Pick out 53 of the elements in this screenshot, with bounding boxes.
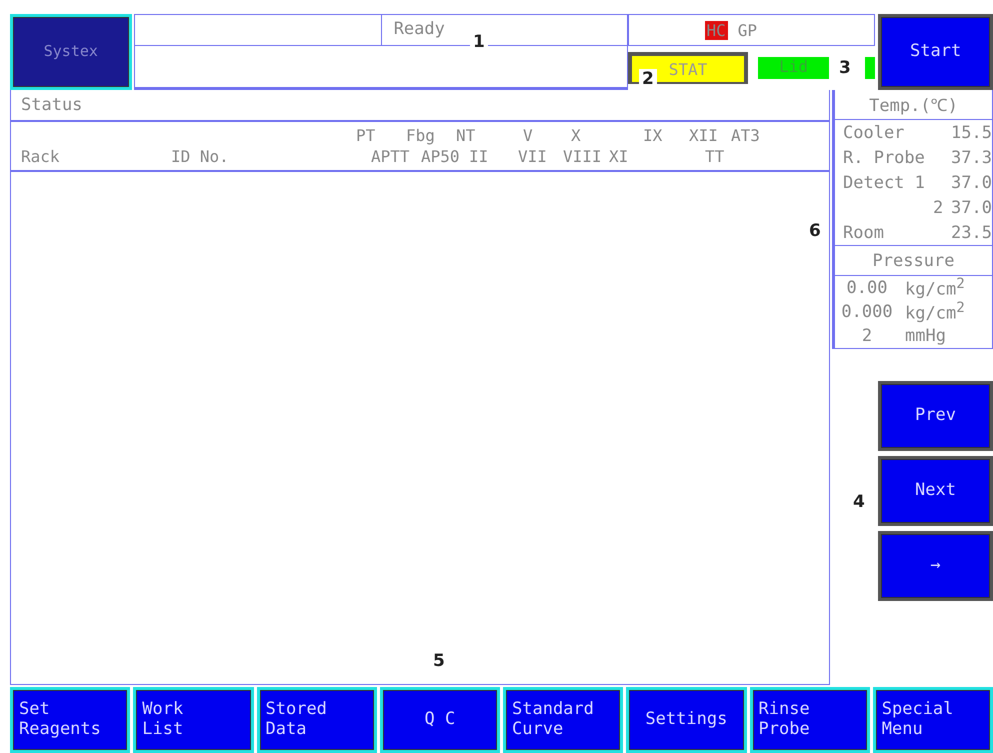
temperature-value: 37.0 [951, 198, 992, 218]
temperature-label: Room [843, 222, 884, 242]
pressure-value: 0.00 [846, 278, 888, 298]
indicator-lamp [865, 57, 876, 79]
start-button[interactable]: Start [878, 14, 993, 90]
pressure-value: 0.000 [840, 302, 894, 322]
nav-button[interactable]: Next [878, 456, 993, 526]
panel-title: Temp.(℃) [869, 95, 958, 116]
column-header: X [571, 125, 581, 146]
status-text: Ready [394, 19, 445, 41]
menu-button[interactable]: Settings [626, 687, 746, 753]
column-header: ID No. [171, 146, 229, 167]
column-header: XI [609, 146, 628, 167]
panel-title: Status [21, 95, 82, 115]
column-header: AT3 [731, 125, 760, 146]
column-header: APTT [371, 146, 410, 167]
panel-title: Pressure [872, 250, 954, 270]
temperature-value: 23.5 [951, 222, 992, 242]
pressure-unit: kg/cm$^{2}$ [905, 276, 965, 300]
menu-button[interactable]: Standard Curve [503, 687, 624, 753]
system-button[interactable]: Systex [10, 14, 132, 90]
menu-button[interactable]: Rinse Probe [750, 687, 870, 753]
menu-button[interactable]: Special Menu [872, 687, 993, 753]
temperature-label: 2 [933, 198, 944, 218]
column-header: Rack [21, 146, 60, 167]
menu-button[interactable]: Work List [133, 687, 254, 753]
column-header: VII [518, 146, 547, 167]
pressure-unit: kg/cm$^{2}$ [905, 300, 965, 324]
column-header: NT [456, 125, 476, 146]
column-header: IX [643, 125, 662, 146]
mode-badge: HC [704, 20, 728, 40]
column-header: VIII [563, 146, 602, 167]
pressure-unit: mmHg [905, 326, 946, 346]
nav-button[interactable]: Prev [878, 381, 993, 451]
temperature-value: 37.0 [951, 172, 992, 192]
column-header: AP50 [421, 146, 460, 167]
temperature-label: Cooler [843, 122, 904, 142]
column-header: PT [356, 125, 376, 146]
column-header: II [469, 146, 488, 167]
pressure-value: 2 [860, 326, 874, 346]
temperature-label: Detect 1 [843, 172, 925, 192]
column-header: TT [705, 146, 724, 167]
lid-indicator: Lid [758, 57, 830, 79]
temperature-label: R. Probe [843, 148, 925, 168]
menu-button[interactable]: Stored Data [256, 687, 377, 753]
nav-button[interactable]: → [878, 531, 993, 601]
column-header: Fbg [406, 125, 435, 146]
menu-button[interactable]: Set Reagents [10, 687, 130, 753]
temperature-value: 37.3 [951, 148, 992, 168]
temperature-value: 15.5 [951, 122, 992, 142]
menu-button[interactable]: Q C [380, 687, 500, 753]
column-header: V [523, 125, 533, 146]
column-header: XII [689, 125, 718, 146]
